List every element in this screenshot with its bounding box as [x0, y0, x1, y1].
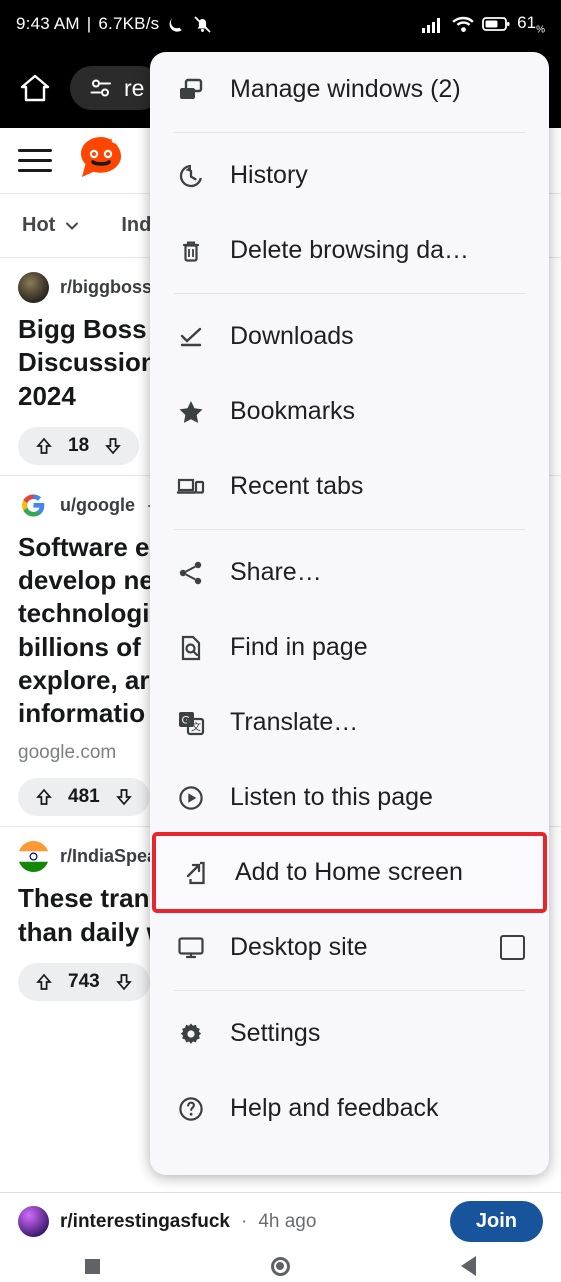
- url-bar[interactable]: re: [70, 66, 163, 110]
- menu-item-label: Bookmarks: [230, 397, 356, 425]
- android-status-bar: 9:43 AM | 6.7KB/s 61%: [0, 0, 561, 48]
- browser-overflow-menu: Manage windows (2) History Delete browsi…: [150, 52, 549, 1175]
- filter-sort-hot[interactable]: Hot: [22, 214, 81, 237]
- status-separator: |: [86, 14, 92, 33]
- post-subreddit[interactable]: r/IndiaSpea: [60, 846, 157, 867]
- menu-item-label: Recent tabs: [230, 472, 364, 500]
- vote-control[interactable]: 743: [18, 962, 150, 1001]
- post-subreddit[interactable]: u/google: [60, 495, 135, 516]
- battery-icon: [482, 17, 510, 31]
- menu-item-manage-windows[interactable]: Manage windows (2): [150, 52, 549, 127]
- menu-item-label: Downloads: [230, 322, 354, 350]
- filter-label: Hot: [22, 214, 56, 236]
- menu-item-history[interactable]: History: [150, 138, 549, 213]
- help-circle-icon: [174, 1092, 208, 1126]
- menu-item-settings[interactable]: Settings: [150, 996, 549, 1071]
- india-flag-avatar: [18, 841, 49, 873]
- desktop-monitor-icon: [174, 931, 208, 965]
- android-navigation-bar: [0, 1250, 561, 1282]
- circle-home-icon[interactable]: [270, 1256, 290, 1276]
- desktop-site-checkbox[interactable]: [500, 935, 525, 960]
- menu-item-label: Find in page: [230, 633, 368, 661]
- laptop-phone-icon: [174, 470, 208, 504]
- vote-control[interactable]: 18: [18, 426, 140, 465]
- page-settings-tune-icon[interactable]: [88, 75, 114, 101]
- square-recents-icon[interactable]: [85, 1258, 101, 1274]
- subreddit-name[interactable]: r/interestingasfuck: [60, 1211, 230, 1233]
- reddit-snoo-logo-icon[interactable]: [74, 131, 128, 190]
- windows-stack-icon: [174, 73, 208, 107]
- menu-divider: [174, 990, 525, 991]
- share-nodes-icon: [174, 556, 208, 590]
- google-g-avatar: [18, 489, 49, 521]
- menu-item-share[interactable]: Share…: [150, 535, 549, 610]
- menu-item-label: Delete browsing da…: [230, 236, 470, 264]
- menu-item-help-and-feedback[interactable]: Help and feedback: [150, 1071, 549, 1146]
- menu-item-label: History: [230, 161, 308, 189]
- downvote-arrow-icon[interactable]: [114, 972, 134, 992]
- menu-item-desktop-site[interactable]: Desktop site: [150, 910, 549, 985]
- battery-percent: 61: [517, 12, 537, 32]
- join-button[interactable]: Join: [449, 1201, 543, 1242]
- svg-text:文: 文: [191, 720, 201, 733]
- vote-control[interactable]: 481: [18, 778, 150, 817]
- menu-item-translate[interactable]: G 文 Translate…: [150, 685, 549, 760]
- menu-item-label: Manage windows (2): [230, 75, 461, 103]
- menu-item-downloads[interactable]: Downloads: [150, 299, 549, 374]
- interestingasfuck-avatar: [18, 1206, 49, 1237]
- menu-divider: [174, 529, 525, 530]
- network-speed: 6.7KB/s: [98, 14, 160, 33]
- menu-item-label: Add to Home screen: [235, 858, 463, 886]
- menu-item-bookmarks[interactable]: Bookmarks: [150, 374, 549, 449]
- menu-item-label: Desktop site: [230, 933, 368, 961]
- status-time: 9:43 AM: [16, 14, 80, 33]
- vote-count: 481: [68, 786, 100, 808]
- menu-item-label: Settings: [230, 1019, 321, 1047]
- menu-item-listen-to-page[interactable]: Listen to this page: [150, 760, 549, 835]
- menu-item-label: Help and feedback: [230, 1094, 439, 1122]
- battery-unit: %: [536, 24, 545, 36]
- menu-divider: [174, 293, 525, 294]
- trash-icon: [174, 234, 208, 268]
- wifi-icon: [452, 16, 474, 32]
- menu-divider: [174, 132, 525, 133]
- menu-item-delete-browsing-data[interactable]: Delete browsing da…: [150, 213, 549, 288]
- star-filled-icon: [174, 395, 208, 429]
- play-circle-icon: [174, 781, 208, 815]
- history-clock-icon: [174, 159, 208, 193]
- gear-icon: [174, 1017, 208, 1051]
- hamburger-menu-icon[interactable]: [18, 149, 52, 172]
- bell-muted-icon: [194, 15, 211, 33]
- separator: ·: [241, 1210, 248, 1232]
- add-to-home-screen-icon: [179, 856, 213, 890]
- menu-item-label: Translate…: [230, 708, 359, 736]
- vote-count: 743: [68, 970, 100, 992]
- crescent-moon-icon: [169, 17, 183, 32]
- subreddit-join-bar: r/interestingasfuck · 4h ago Join: [0, 1192, 561, 1250]
- post-timestamp: 4h ago: [258, 1210, 317, 1232]
- menu-item-recent-tabs[interactable]: Recent tabs: [150, 449, 549, 524]
- menu-item-find-in-page[interactable]: Find in page: [150, 610, 549, 685]
- menu-item-label: Share…: [230, 558, 322, 586]
- translate-icon: G 文: [174, 706, 208, 740]
- upvote-arrow-icon[interactable]: [34, 436, 54, 456]
- triangle-back-icon[interactable]: [460, 1256, 476, 1276]
- menu-item-label: Listen to this page: [230, 783, 433, 811]
- biggboss-avatar: [18, 272, 49, 303]
- upvote-arrow-icon[interactable]: [34, 972, 54, 992]
- post-subreddit[interactable]: r/biggboss: [60, 277, 152, 298]
- find-in-page-icon: [174, 631, 208, 665]
- url-text: re: [124, 74, 145, 101]
- home-icon[interactable]: [18, 71, 52, 105]
- upvote-arrow-icon[interactable]: [34, 787, 54, 807]
- cellular-signal-icon: [422, 17, 441, 33]
- menu-item-add-to-home-screen[interactable]: Add to Home screen: [152, 832, 547, 913]
- downvote-arrow-icon[interactable]: [114, 787, 134, 807]
- downvote-arrow-icon[interactable]: [103, 436, 123, 456]
- chevron-down-icon: [66, 222, 79, 230]
- vote-count: 18: [68, 434, 90, 456]
- download-check-icon: [174, 320, 208, 354]
